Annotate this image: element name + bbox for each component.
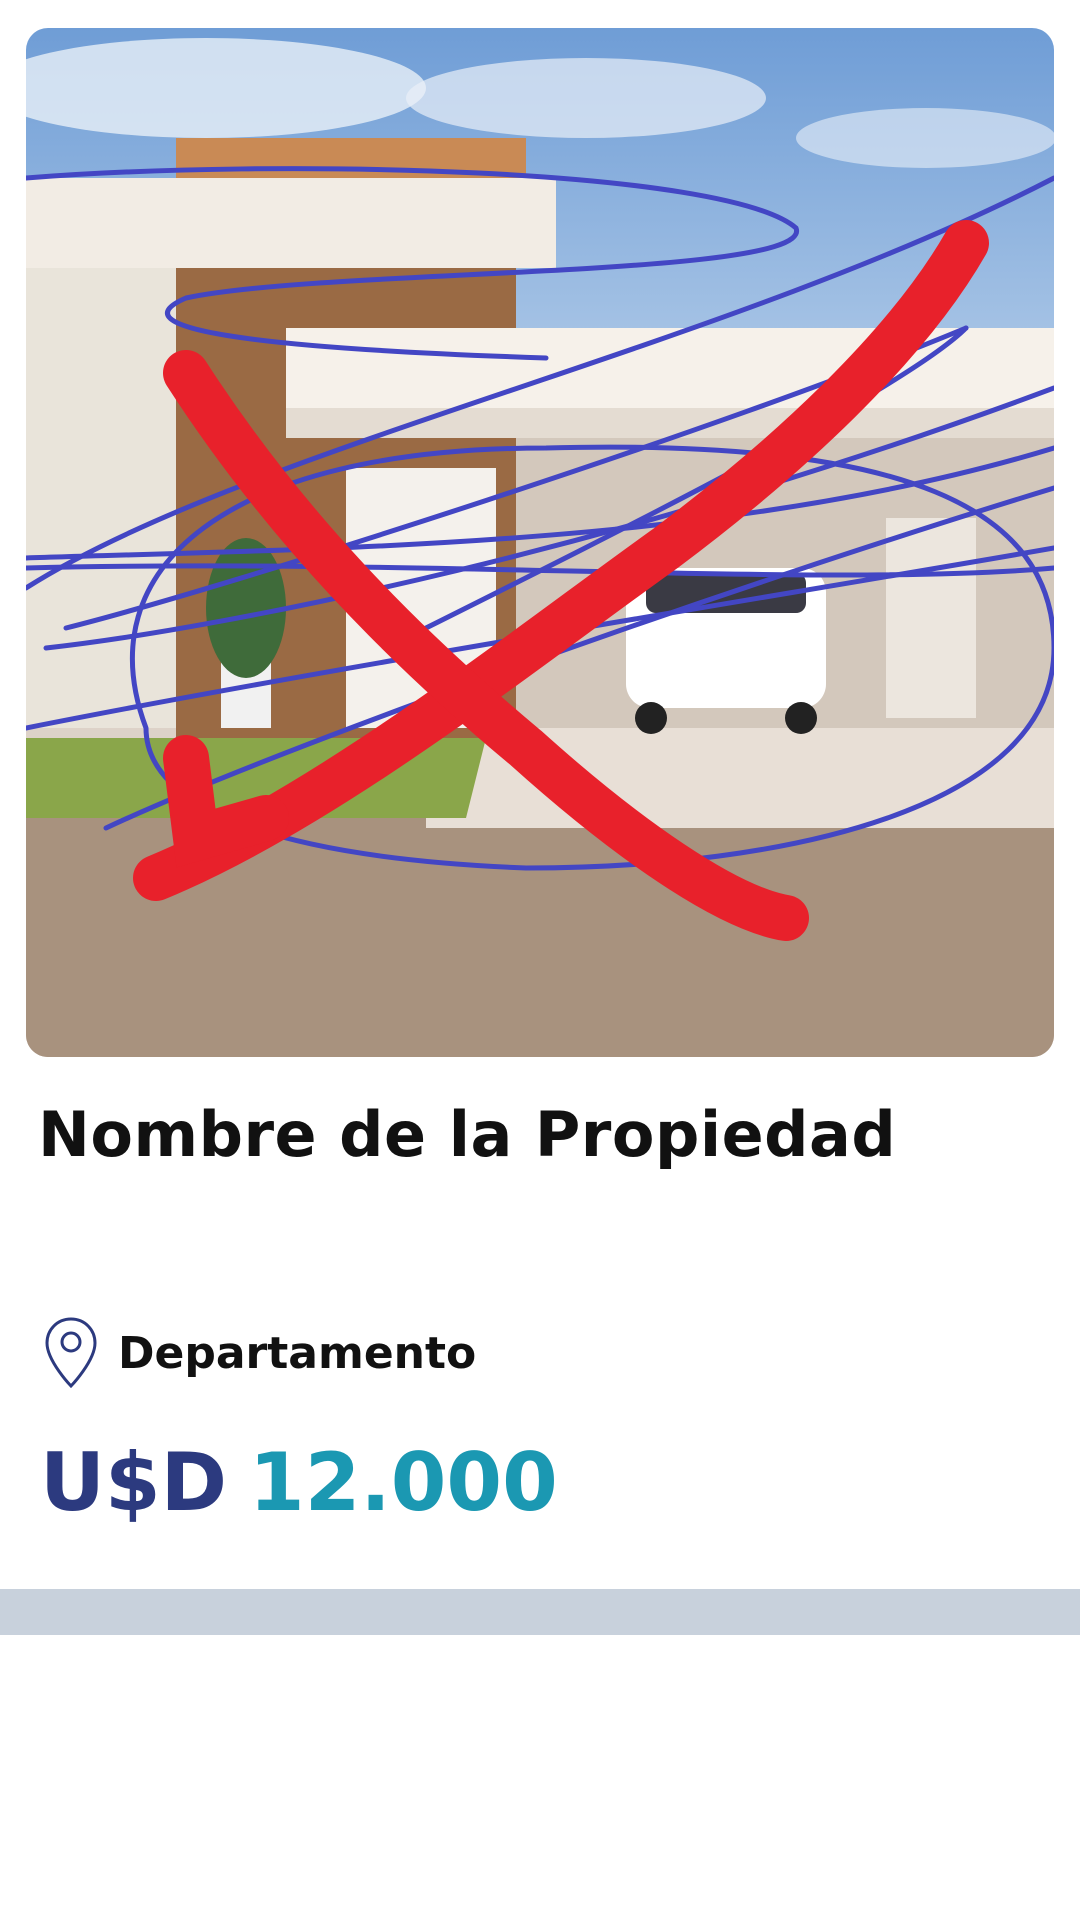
property-price: U$D 12.000 — [40, 1436, 558, 1529]
section-divider — [0, 1589, 1080, 1635]
price-amount: 12.000 — [249, 1436, 558, 1529]
price-currency: U$D — [40, 1436, 228, 1529]
house-render-image — [26, 28, 1054, 1057]
property-location: Departamento — [44, 1316, 476, 1390]
location-pin-icon — [45, 1317, 97, 1389]
property-photo[interactable] — [26, 28, 1054, 1057]
property-title: Nombre de la Propiedad — [38, 1098, 897, 1171]
location-label: Departamento — [118, 1327, 477, 1379]
